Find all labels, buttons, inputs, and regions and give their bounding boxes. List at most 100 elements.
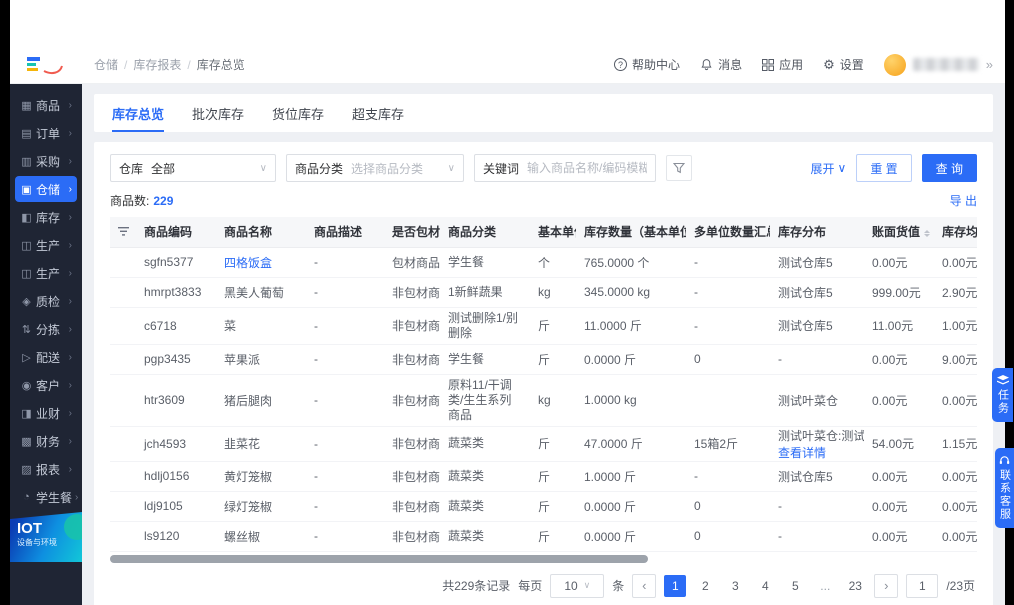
cell-dist: - [770,491,864,522]
tasks-float-button[interactable]: 任务 [992,368,1013,422]
filter-row: 仓库 全部 ∨ 商品分类 选择商品分类 ∨ 关键词 输入商品名称/编码模糊搜索 … [110,154,977,182]
prev-page-button[interactable]: ‹ [632,573,657,598]
filter-funnel-button[interactable] [666,155,692,181]
breadcrumb-item[interactable]: 库存报表 [133,56,181,73]
horizontal-scrollbar[interactable] [110,554,977,564]
table-row[interactable]: ls9120螺丝椒-非包材商品蔬菜类斤0.0000 斤0-0.00元0.00元 [110,521,977,552]
page-button[interactable]: 3 [724,575,746,597]
table-row[interactable]: htr3609 猪后腿肉 -非包材商品原料11/干调类/生生系列商品kg1.0000… [110,374,977,427]
tab-3[interactable]: 超支库存 [352,94,404,132]
column-header-8[interactable]: 库存分布 [770,217,864,248]
column-header-9[interactable]: 账面货值 [864,217,934,248]
table-row[interactable]: jch4593 韭菜花 -非包材商品蔬菜类斤47.0000 斤15箱2斤测试叶菜仓:… [110,426,977,462]
sidebar-item-8[interactable]: ⇅ 分拣 › [15,316,77,342]
column-label: 商品描述 [314,225,363,240]
column-header-3[interactable]: 是否包材 [384,217,440,248]
cell-unit: kg [530,277,576,308]
column-header-5[interactable]: 基本单位 [530,217,576,248]
column-header-2[interactable]: 商品描述 [306,217,384,248]
sidebar-item-1[interactable]: ▤ 订单 › [15,120,77,146]
sidebar-item-label: 配送 [36,350,61,365]
table-row[interactable]: ldj9105绿灯笼椒-非包材商品蔬菜类斤0.0000 斤0-0.00元0.00… [110,491,977,522]
column-header-10[interactable]: 库存均价 [934,217,977,248]
table-row[interactable]: pgp3435苹果派-非包材商品学生餐斤0.0000 斤0-0.00元9.00元 [110,344,977,375]
sidebar-item-14[interactable]: ◔ 学生餐 › [15,484,78,510]
sidebar-item-10[interactable]: ◉ 客户 › [15,372,77,398]
category-select[interactable]: 商品分类 选择商品分类 ∨ [286,154,464,182]
cell-avg: 1.00元 [934,307,977,345]
apps-label: 应用 [779,58,804,72]
sidebar-item-9[interactable]: ▷ 配送 › [15,344,77,370]
page-button[interactable]: 4 [754,575,776,597]
export-button[interactable]: 导 出 [950,192,977,209]
reset-button[interactable]: 重 置 [856,154,912,182]
tabs-bar: 库存总览 批次库存 货位库存 超支库存 [94,94,993,132]
sidebar-item-0[interactable]: ▦ 商品 › [15,92,77,118]
page-button[interactable]: 2 [694,575,716,597]
contact-service-float-button[interactable]: 联系客服 [995,448,1014,528]
apps-link[interactable]: 应用 [762,56,803,73]
column-header-0[interactable]: 商品编码 [136,217,216,248]
search-button[interactable]: 查 询 [921,154,977,182]
dist-text: - [778,352,782,366]
keyword-field[interactable]: 关键词 [474,154,656,182]
sort-carets-icon[interactable] [924,227,931,240]
table-row[interactable]: c6718菜-非包材商品测试删除1/别删除斤11.0000 斤-测试仓库511.… [110,307,977,345]
column-header-6[interactable]: 库存数量（基本单位） [576,217,686,248]
sidebar-item-6[interactable]: ◫ 生产 › [15,260,77,286]
cell-value: 0.00元 [864,374,934,427]
funnel-icon [673,162,685,174]
breadcrumb-item[interactable]: 库存总览 [197,56,245,73]
page-jump-input[interactable]: 1 [906,573,939,598]
cell-code: sgfn5377 [136,247,216,278]
view-detail-link[interactable]: 查看详情 [778,444,856,461]
per-page-select[interactable]: 10 ∨ [550,573,605,598]
cell-avg: 0.00元 [934,247,977,278]
sidebar-item-7[interactable]: ◈ 质检 › [15,288,77,314]
keyword-input[interactable] [527,161,647,175]
page-button[interactable]: 5 [784,575,806,597]
sidebar-item-2[interactable]: ▥ 采购 › [15,148,77,174]
column-header-4[interactable]: 商品分类 [440,217,530,248]
tab-2[interactable]: 货位库存 [272,94,324,132]
scrollbar-thumb[interactable] [110,554,648,563]
tab-0[interactable]: 库存总览 [112,94,165,132]
sidebar-item-12[interactable]: ▩ 财务 › [15,428,77,454]
sidebar-item-4[interactable]: ◧ 库存 › [15,204,77,230]
settings-link[interactable]: ⚙ 设置 [823,56,864,73]
finance-icon: ▩ [21,435,32,448]
next-page-button[interactable]: › [874,573,899,598]
sidebar-item-5[interactable]: ◫ 生产 › [15,232,77,258]
sidebar-item-13[interactable]: ▨ 报表 › [15,456,77,482]
page-button[interactable]: 23 [844,575,866,597]
table-row[interactable]: hmrpt3833黑美人葡萄-非包材商品1新鲜蔬果kg345.0000 kg-测… [110,277,977,308]
table-row[interactable]: sgfn5377 四格饭盒 - 包材商品 学生餐个 765.0000 个 - 测试仓库5 0.0… [110,247,977,278]
cell-pack: 非包材商品 [384,426,440,462]
app-logo[interactable] [10,53,82,77]
column-header-1[interactable]: 商品名称 [216,217,306,248]
tab-1[interactable]: 批次库存 [192,94,244,132]
dist-text: 测试仓库5 [778,255,833,270]
cell-value: 0.00元 [864,247,934,278]
column-settings-cell[interactable] [110,217,136,248]
product-name-link[interactable]: 四格饭盒 [224,256,272,270]
column-header-7[interactable]: 多单位数量汇总 [686,217,770,248]
cell-qty: 0.0000 斤 [576,491,686,522]
breadcrumb-item[interactable]: 仓储 [94,56,118,73]
page-button[interactable]: 1 [664,574,687,597]
sidebar-item-11[interactable]: ◨ 业财 › [15,400,77,426]
messages-link[interactable]: 消息 [700,56,742,73]
help-center-link[interactable]: ? 帮助中心 [614,56,680,73]
iot-logo[interactable]: IOT 设备与环境 [10,512,82,562]
warehouse-select[interactable]: 仓库 全部 ∨ [110,154,276,182]
cell-desc: - [306,247,384,278]
expand-toggle[interactable]: 展开 ∨ [811,160,847,177]
sidebar-item-3[interactable]: ▣ 仓储 › [15,176,77,202]
sidebar-item-label: 质检 [36,294,61,309]
user-menu[interactable]: » [883,53,993,76]
table-row[interactable]: hdlj0156黄灯笼椒-非包材商品蔬菜类斤1.0000 斤-测试仓库50.00… [110,461,977,492]
column-label: 库存均价 [942,225,977,240]
orders-icon: ▤ [21,127,32,140]
cell-unit: 斤 [530,344,576,375]
cell-multi: - [686,307,770,345]
